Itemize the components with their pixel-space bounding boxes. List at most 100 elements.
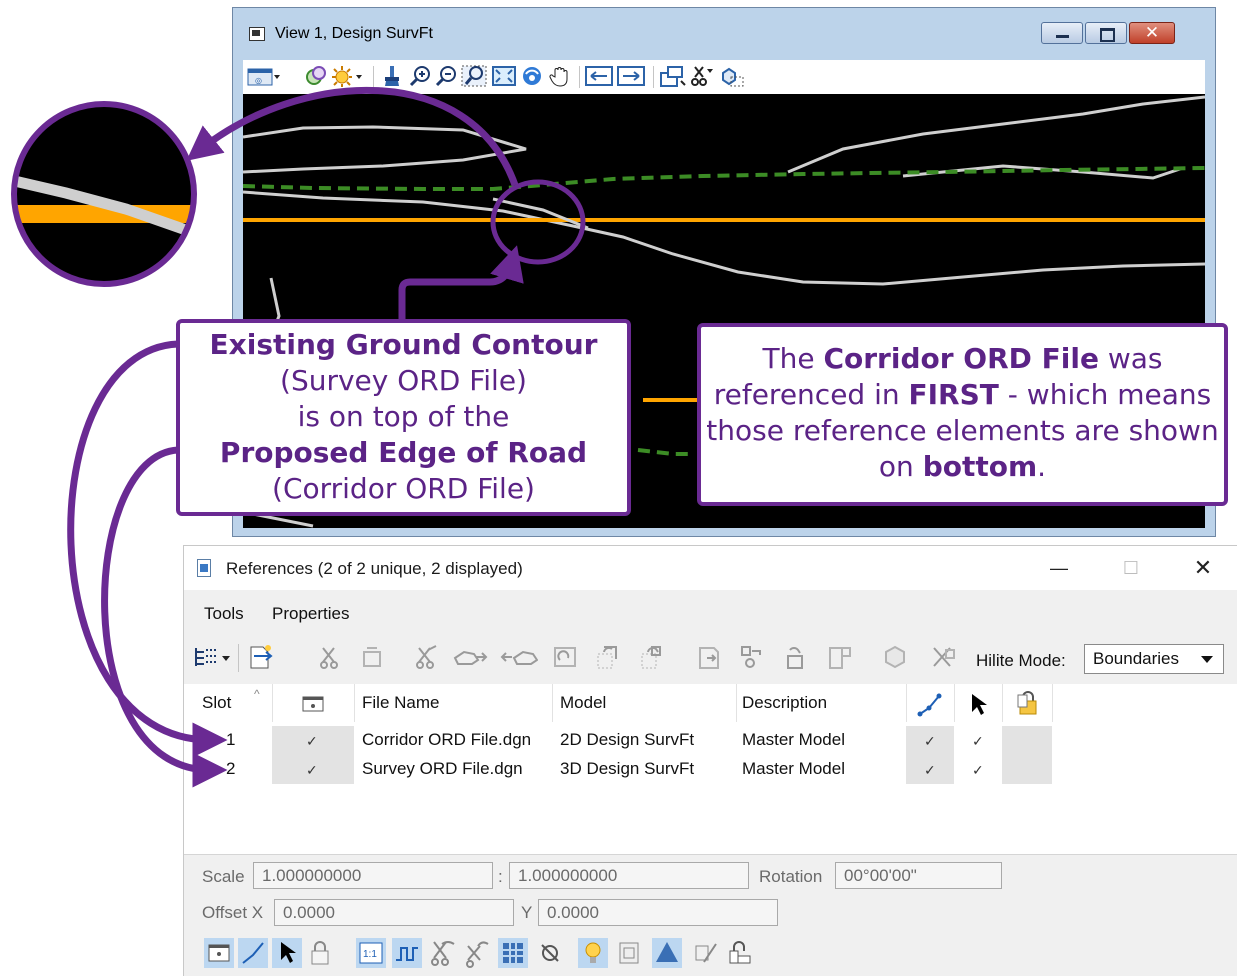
delete-clip-icon[interactable] [782,644,808,670]
update-view-icon[interactable] [381,65,403,87]
display-style-icon[interactable] [331,65,365,87]
column-header-file-name[interactable]: File Name [362,684,439,722]
view-toolbar: ◎ [243,60,1205,94]
menu-properties[interactable]: Properties [272,604,349,624]
display-checkbox[interactable]: ✓ [306,727,318,755]
treat-as-element-icon[interactable] [690,938,720,968]
tree-view-icon[interactable] [192,644,232,670]
toolbar-separator [653,66,654,88]
true-scale-icon[interactable]: 1:1 [356,938,386,968]
offset-y-value: 0.0000 [547,903,599,922]
snap-checkbox[interactable]: ✓ [924,756,936,784]
window-area-icon[interactable] [461,65,487,87]
copy-view-icon[interactable] [659,65,687,87]
menu-tools[interactable]: Tools [204,604,244,624]
fit-view-icon[interactable] [491,65,517,87]
scale-input-master[interactable]: 1.000000000 [253,862,493,889]
references-titlebar[interactable]: References (2 of 2 unique, 2 displayed) … [184,546,1237,590]
maximize-button[interactable] [1085,22,1127,44]
locate-column-icon[interactable] [970,692,988,716]
close-button[interactable]: ✕ [1188,554,1218,582]
view-display-icon[interactable] [719,65,745,87]
clip-boundary-icon[interactable] [414,644,440,670]
detach-reference-icon[interactable] [318,644,344,670]
snap-column-icon[interactable] [917,692,943,718]
view-window-icon [249,27,265,41]
next-view-icon[interactable] [617,65,645,87]
copy-reference-icon[interactable] [500,644,538,670]
callout-layering-explanation: Existing Ground Contour (Survey ORD File… [176,319,631,516]
hilite-mode-label: Hilite Mode: [976,651,1066,670]
attach-reference-icon[interactable] [248,644,278,670]
ignore-attachment-icon[interactable] [428,938,458,968]
zoom-out-icon[interactable] [435,65,457,87]
locate-checkbox[interactable]: ✓ [972,756,984,784]
scale-input-reference[interactable]: 1.000000000 [509,862,749,889]
snap-toggle-icon[interactable] [238,938,268,968]
maximize-button[interactable]: ☐ [1116,554,1146,582]
lock-toggle-icon[interactable] [304,938,334,968]
use-lights-icon[interactable] [652,938,682,968]
references-title: References (2 of 2 unique, 2 displayed) [226,559,523,578]
callout-left-line3: is on top of the [297,400,510,433]
references-dialog-icon [197,559,211,577]
column-divider [1002,684,1003,722]
mirror-vertical-icon[interactable] [696,644,722,670]
previous-view-icon[interactable] [585,65,613,87]
rotation-input[interactable]: 00°00'00" [835,862,1002,889]
line-style-scale-icon[interactable] [392,938,422,968]
exchange-icon[interactable] [930,644,956,670]
mirror-horizontal-icon[interactable] [638,644,664,670]
snap-checkbox[interactable]: ✓ [924,727,936,755]
move-reference-icon[interactable] [452,644,488,670]
slot-cell: 1 [226,730,236,749]
clip-volume-icon[interactable] [689,65,715,87]
view-title: View 1, Design SurvFt [275,25,433,42]
column-divider [354,684,355,722]
scale-reference-icon[interactable] [594,644,620,670]
references-toolbar [184,634,1237,678]
pan-view-icon[interactable] [549,65,571,87]
description-cell: Master Model [742,730,845,749]
offset-x-input[interactable]: 0.0000 [274,899,514,926]
scale-value-master: 1.000000000 [262,866,362,885]
display-checkbox[interactable]: ✓ [306,756,318,784]
column-header-model[interactable]: Model [560,684,606,722]
zoom-magnifier [11,101,197,287]
minimize-button[interactable]: — [1044,554,1074,582]
lock-column-icon[interactable] [1016,691,1040,717]
column-header-description[interactable]: Description [742,684,827,722]
ignore-update-icon[interactable] [724,938,754,968]
clip-mask-icon[interactable] [738,644,764,670]
close-button[interactable]: ✕ [1129,22,1175,44]
locate-toggle-icon[interactable] [272,938,302,968]
levels-icon[interactable] [305,65,327,87]
clip-front-icon[interactable] [826,644,852,670]
minimize-button[interactable] [1041,22,1083,44]
display-toggle-icon[interactable] [204,938,234,968]
level-override-icon[interactable] [498,938,528,968]
callout-left-line4: Proposed Edge of Road [219,436,588,469]
callout-left-line5: (Corridor ORD File) [272,472,535,505]
column-header-slot[interactable]: Slot [202,684,231,722]
close-icon: ✕ [1144,23,1160,42]
lights-icon[interactable] [578,938,608,968]
reload-reference-icon[interactable] [360,644,386,670]
view-attributes-icon[interactable]: ◎ [247,65,281,87]
clip-back-icon[interactable] [882,644,908,670]
view-titlebar[interactable]: View 1, Design SurvFt ✕ [233,8,1215,60]
display-column-icon[interactable] [302,696,324,712]
column-divider [272,684,273,722]
offset-y-input[interactable]: 0.0000 [538,899,778,926]
display-raster-icon[interactable] [536,938,566,968]
model-cell: 2D Design SurvFt [560,730,695,749]
hilite-mode-select[interactable]: Boundaries [1084,644,1224,674]
zoom-in-icon[interactable] [409,65,431,87]
description-cell: Master Model [742,759,845,778]
rotate-view-icon[interactable] [521,65,543,87]
clip-toggle-icon[interactable] [462,938,492,968]
locate-checkbox[interactable]: ✓ [972,727,984,755]
georeference-icon[interactable] [614,938,644,968]
callout-right-text: The Corridor ORD File was referenced in … [706,342,1219,483]
rotate-reference-icon[interactable] [552,644,578,670]
